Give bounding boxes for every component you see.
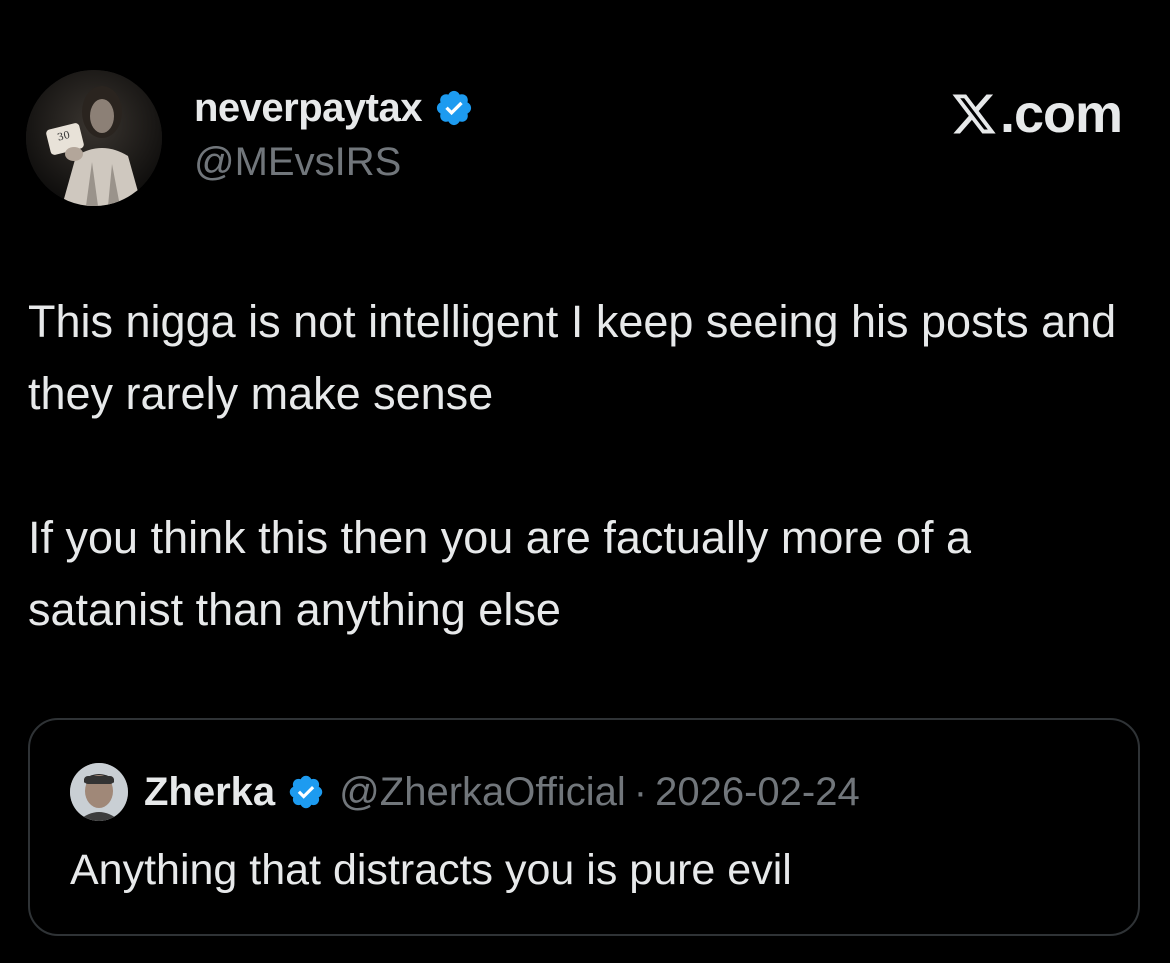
quoted-tweet-date[interactable]: 2026-02-24 [655, 772, 860, 812]
brand-watermark: .com [950, 84, 1123, 144]
verified-badge-icon [289, 775, 323, 809]
quoted-tweet-card[interactable]: Zherka @ZherkaOfficial · 2026-02-24 Anyt… [28, 718, 1140, 936]
brand-text: .com [999, 84, 1123, 144]
profile-avatar-image: 30 [26, 70, 162, 206]
author-display-name[interactable]: neverpaytax [194, 88, 422, 128]
author-handle[interactable]: @MEvsIRS [194, 142, 401, 182]
x-logo-icon [952, 94, 996, 134]
tweet-paragraph: This nigga is not intelligent I keep see… [28, 296, 1117, 419]
author-avatar[interactable]: 30 [26, 70, 162, 206]
author-name-row: neverpaytax [194, 82, 474, 134]
quoted-tweet-text: Anything that distracts you is pure evil [70, 846, 792, 894]
quoted-author-handle[interactable]: @ZherkaOfficial [339, 772, 626, 812]
tweet-text: This nigga is not intelligent I keep see… [28, 286, 1138, 646]
quoted-avatar-image [70, 763, 128, 821]
verified-badge-icon [436, 90, 472, 126]
quoted-tweet-header: Zherka @ZherkaOfficial · 2026-02-24 [70, 763, 860, 821]
meta-separator: · [633, 770, 648, 814]
tweet-paragraph: If you think this then you are factually… [28, 512, 972, 635]
quoted-author-avatar[interactable] [70, 763, 128, 821]
quoted-author-display-name[interactable]: Zherka [144, 772, 275, 812]
